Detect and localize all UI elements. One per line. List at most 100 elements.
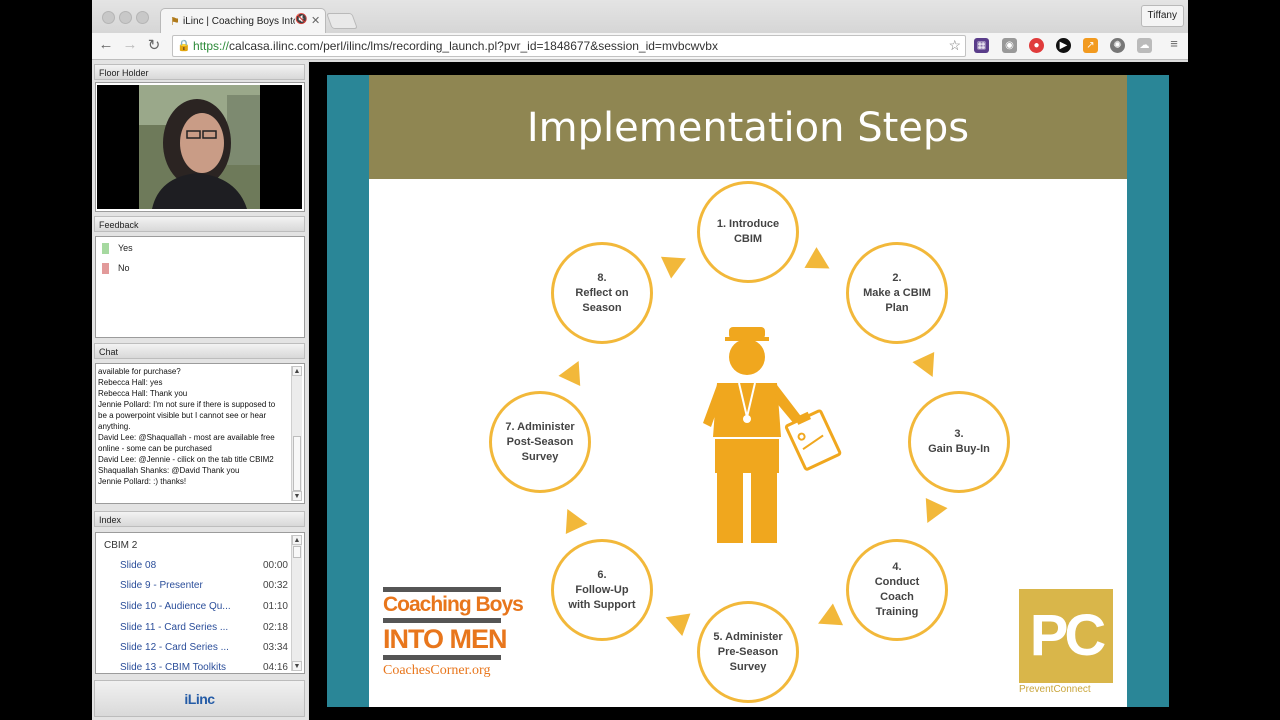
chat-message: Jennie Pollard: I'm not sure if there is… [98, 400, 276, 431]
chat-message: Rebecca Hall: yes [98, 378, 163, 387]
profile-button[interactable]: Tiffany [1140, 5, 1184, 27]
arrow-icon [558, 355, 590, 387]
step-7: 7. Administer Post-Season Survey [489, 391, 591, 493]
feedback-yes[interactable]: Yes [102, 243, 133, 255]
cbim-logo-line3: CoachesCorner.org [383, 663, 491, 678]
step-3: 3. Gain Buy-In [908, 391, 1010, 493]
scroll-down-icon[interactable]: ▼ [292, 491, 302, 501]
chat-header: Chat [94, 343, 305, 359]
pc-logo-name: PreventConnect [1019, 684, 1091, 695]
index-row-time: 01:10 [262, 601, 288, 612]
lock-icon: 🔒 [177, 40, 191, 52]
audio-muted-icon[interactable]: 🔇 [295, 14, 307, 25]
index-group-title[interactable]: CBIM 2 [104, 540, 137, 551]
chat-message: David Lee: @Jennie - cilick on the tab t… [98, 455, 274, 464]
no-swatch [102, 263, 109, 275]
bookmark-star-icon[interactable]: ☆ [948, 35, 961, 55]
index-row-label: Slide 10 - Audience Qu... [120, 601, 231, 612]
index-row-label: Slide 13 - CBIM Toolkits [120, 662, 226, 673]
arrow-icon [660, 247, 692, 279]
new-tab-button[interactable] [326, 13, 358, 29]
slide-viewer: Implementation Steps 1. Introduce CBIM 2… [309, 62, 1188, 720]
index-header: Index [94, 511, 305, 527]
index-row-time: 04:16 [262, 662, 288, 673]
extension-chart-icon[interactable]: ↗ [1083, 38, 1098, 53]
extension-calendar-icon[interactable]: ▦ [974, 38, 989, 53]
index-box: CBIM 2 Slide 08 00:00 Slide 9 - Presenter… [95, 532, 305, 674]
index-row-time: 00:00 [262, 560, 288, 571]
floor-holder-header: Floor Holder [94, 64, 305, 80]
arrow-icon [661, 605, 691, 637]
scroll-up-icon[interactable]: ▲ [292, 366, 302, 376]
menu-icon[interactable]: ≡ [1164, 36, 1184, 51]
cbim-logo-line1: Coaching Boys [383, 593, 524, 616]
slide-title: Implementation Steps [526, 105, 970, 151]
index-row-time: 03:34 [262, 642, 288, 653]
tab-title: iLinc | Coaching Boys Into Men [183, 16, 295, 27]
index-row[interactable]: Slide 9 - Presenter 00:32 [120, 580, 288, 591]
index-scrollbar[interactable]: ▲ ▼ [291, 535, 302, 671]
feedback-header: Feedback [94, 216, 305, 232]
coach-figure-icon [703, 327, 842, 543]
tab-close-icon[interactable]: ✕ [311, 14, 320, 27]
coaching-boys-into-men-logo: Coaching Boys INTO MEN CoachesCorner.org [383, 587, 524, 682]
step-8: 8. Reflect on Season [551, 242, 653, 344]
feedback-no[interactable]: No [102, 263, 130, 275]
chat-scrollbar[interactable]: ▲ ▼ [291, 366, 302, 501]
extension-record-icon[interactable]: ● [1029, 38, 1044, 53]
chat-message: Shaquallah Shanks: @David Thank you [98, 466, 240, 475]
presenter-video [97, 85, 302, 209]
extension-play-icon[interactable]: ▶ [1056, 38, 1071, 53]
chat-log: available for purchase? Rebecca Hall: ye… [98, 366, 284, 500]
ilinc-logo: iLinc [94, 680, 305, 717]
index-scroll-thumb[interactable] [293, 546, 301, 558]
minimize-window-button[interactable] [119, 11, 132, 24]
extension-cloud-icon[interactable]: ☁ [1137, 38, 1152, 53]
reload-icon[interactable]: ↻ [144, 36, 164, 54]
chat-message: available for purchase? [98, 367, 181, 376]
url-text: https://calcasa.ilinc.com/perl/ilinc/lms… [193, 39, 718, 53]
close-window-button[interactable] [102, 11, 115, 24]
browser-tab[interactable]: ⚑ iLinc | Coaching Boys Into Men 🔇 ✕ [160, 8, 326, 34]
slide: Implementation Steps 1. Introduce CBIM 2… [327, 75, 1169, 707]
index-row[interactable]: Slide 13 - CBIM Toolkits 04:16 [120, 662, 288, 673]
index-row[interactable]: Slide 08 00:00 [120, 560, 288, 571]
chat-scroll-thumb[interactable] [293, 436, 301, 491]
extension-camera-icon[interactable]: ◉ [1002, 38, 1017, 53]
no-label: No [118, 263, 130, 273]
index-row-label: Slide 11 - Card Series ... [120, 622, 229, 633]
index-row-label: Slide 08 [120, 560, 157, 571]
arrow-icon [556, 503, 588, 535]
arrow-icon [804, 247, 836, 279]
index-row[interactable]: Slide 10 - Audience Qu... 01:10 [120, 601, 288, 612]
cbim-logo-line2: INTO MEN [383, 624, 508, 654]
chat-box: available for purchase? Rebecca Hall: ye… [95, 363, 305, 504]
chat-message: David Lee: @Shaquallah - most are availa… [98, 433, 275, 453]
yes-label: Yes [118, 243, 133, 253]
arrow-icon [812, 603, 844, 635]
chat-message: Rebecca Hall: Thank you [98, 389, 188, 398]
scroll-down-icon[interactable]: ▼ [292, 661, 302, 671]
index-row[interactable]: Slide 11 - Card Series ... 02:18 [120, 622, 288, 633]
address-bar[interactable]: 🔒 https://calcasa.ilinc.com/perl/ilinc/l… [172, 35, 966, 57]
chat-message: Jennie Pollard: :) thanks! [98, 477, 187, 486]
browser-window: ⚑ iLinc | Coaching Boys Into Men 🔇 ✕ Tif… [92, 0, 1188, 720]
index-row-label: Slide 9 - Presenter [120, 580, 203, 591]
forward-arrow-icon[interactable]: → [120, 36, 140, 53]
tab-strip: ⚑ iLinc | Coaching Boys Into Men 🔇 ✕ Tif… [92, 0, 1188, 34]
back-arrow-icon[interactable]: ← [96, 36, 116, 53]
zoom-window-button[interactable] [136, 11, 149, 24]
extension-globe-icon[interactable]: ✺ [1110, 38, 1125, 53]
yes-swatch [102, 243, 109, 255]
feedback-box: Yes No [95, 236, 305, 338]
step-5: 5. Administer Pre-Season Survey [697, 601, 799, 703]
step-1: 1. Introduce CBIM [697, 181, 799, 283]
step-6: 6. Follow-Up with Support [551, 539, 653, 641]
arrow-icon [916, 497, 948, 529]
arrow-icon [912, 351, 944, 383]
preventconnect-logo: PC PreventConnect [1019, 589, 1115, 697]
index-row-label: Slide 12 - Card Series ... [120, 642, 229, 653]
index-row[interactable]: Slide 12 - Card Series ... 03:34 [120, 642, 288, 653]
step-2: 2. Make a CBIM Plan [846, 242, 948, 344]
scroll-up-icon[interactable]: ▲ [292, 535, 302, 545]
